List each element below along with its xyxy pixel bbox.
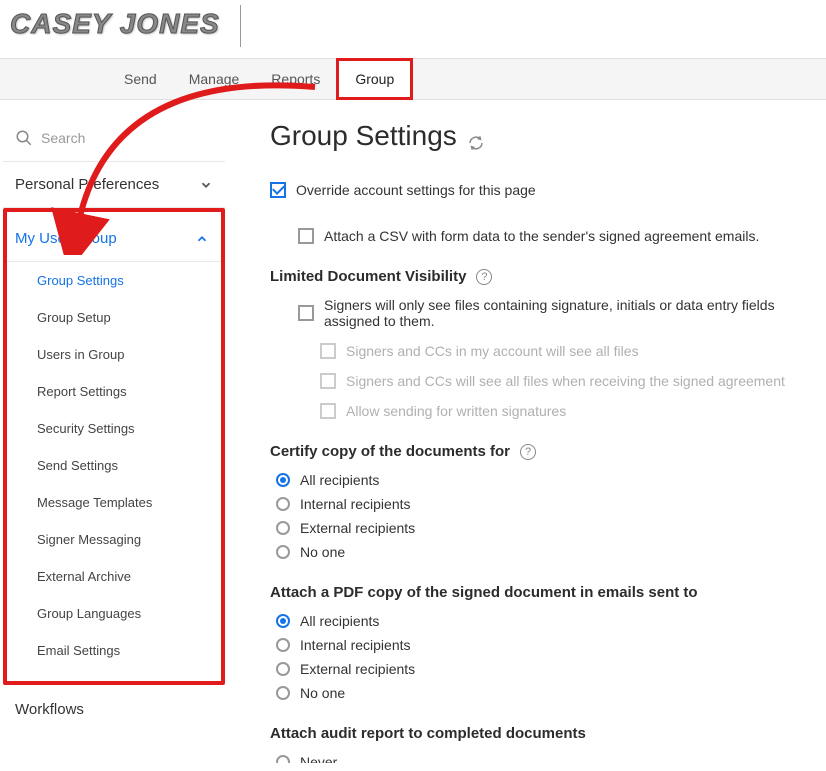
sidebar-item-users-in-group[interactable]: Users in Group <box>7 336 221 373</box>
sidebar-item-group-setup[interactable]: Group Setup <box>7 299 221 336</box>
sidebar-item-message-templates[interactable]: Message Templates <box>7 484 221 521</box>
nav-group[interactable]: Group <box>336 58 413 100</box>
logo-divider <box>240 5 241 47</box>
page-title: Group Settings <box>270 120 808 152</box>
certify-opt-0: All recipients <box>276 472 808 488</box>
ldv-sub2-row: Signers and CCs will see all files when … <box>320 373 808 389</box>
ldv-sub1-row: Signers and CCs in my account will see a… <box>320 343 808 359</box>
certify-label-internal: Internal recipients <box>300 496 411 512</box>
ldv-head: Limited Document Visibility ? <box>270 268 808 285</box>
sidebar-item-report-settings[interactable]: Report Settings <box>7 373 221 410</box>
certify-label-external: External recipients <box>300 520 415 536</box>
override-row: Override account settings for this page <box>270 182 808 198</box>
ldv-sub3-label: Allow sending for written signatures <box>346 403 566 419</box>
audit-head: Attach audit report to completed documen… <box>270 725 808 742</box>
search-placeholder: Search <box>41 130 85 146</box>
nav-reports[interactable]: Reports <box>255 61 336 97</box>
sidebar: Search Personal Preferences My User Grou… <box>3 115 225 734</box>
csv-row: Attach a CSV with form data to the sende… <box>298 228 808 244</box>
certify-head: Certify copy of the documents for ? <box>270 443 808 460</box>
chevron-up-icon <box>195 232 209 246</box>
pdfcopy-opt-3: No one <box>276 685 808 701</box>
pdfcopy-radio-external[interactable] <box>276 662 290 676</box>
ldv-sub1-checkbox <box>320 343 336 359</box>
audit-radio-never[interactable] <box>276 755 290 763</box>
pdfcopy-label-internal: Internal recipients <box>300 637 411 653</box>
pdfcopy-label-all: All recipients <box>300 613 379 629</box>
certify-title: Certify copy of the documents for <box>270 443 510 460</box>
page-title-text: Group Settings <box>270 120 457 152</box>
certify-radio-all[interactable] <box>276 473 290 487</box>
nav-manage[interactable]: Manage <box>173 61 256 97</box>
ldv-sub1-label: Signers and CCs in my account will see a… <box>346 343 639 359</box>
ldv-main-checkbox[interactable] <box>298 305 314 321</box>
sidebar-item-external-archive[interactable]: External Archive <box>7 558 221 595</box>
audit-title: Attach audit report to completed documen… <box>270 725 586 742</box>
chevron-down-icon <box>199 178 213 192</box>
csv-checkbox[interactable] <box>298 228 314 244</box>
nav-send[interactable]: Send <box>108 61 173 97</box>
search-icon <box>15 129 33 147</box>
sidebar-item-group-languages[interactable]: Group Languages <box>7 595 221 632</box>
sidebar-item-email-settings[interactable]: Email Settings <box>7 632 221 669</box>
ldv-sub2-label: Signers and CCs will see all files when … <box>346 373 785 389</box>
certify-radio-none[interactable] <box>276 545 290 559</box>
ldv-sub2-checkbox <box>320 373 336 389</box>
refresh-icon[interactable] <box>467 127 485 145</box>
ldv-sub3-row: Allow sending for written signatures <box>320 403 808 419</box>
certify-radio-external[interactable] <box>276 521 290 535</box>
pdfcopy-label-none: No one <box>300 685 345 701</box>
pdfcopy-opt-1: Internal recipients <box>276 637 808 653</box>
certify-opt-1: Internal recipients <box>276 496 808 512</box>
pdfcopy-radio-internal[interactable] <box>276 638 290 652</box>
my-user-group-label: My User Group <box>15 230 117 247</box>
certify-opt-3: No one <box>276 544 808 560</box>
pdfcopy-title: Attach a PDF copy of the signed document… <box>270 584 698 601</box>
ldv-main-label: Signers will only see files containing s… <box>324 297 808 329</box>
sidebar-item-group-settings[interactable]: Group Settings <box>7 262 221 299</box>
search-row[interactable]: Search <box>3 115 225 162</box>
sidebar-my-user-group[interactable]: My User Group <box>7 216 221 262</box>
help-icon[interactable]: ? <box>520 444 536 460</box>
audit-label-never: Never <box>300 754 337 763</box>
override-checkbox[interactable] <box>270 182 286 198</box>
pdfcopy-head: Attach a PDF copy of the signed document… <box>270 584 808 601</box>
pdfcopy-opt-0: All recipients <box>276 613 808 629</box>
main-content: Group Settings Override account settings… <box>245 110 818 763</box>
certify-radio-internal[interactable] <box>276 497 290 511</box>
ldv-sub3-checkbox <box>320 403 336 419</box>
ldv-title: Limited Document Visibility <box>270 268 466 285</box>
pdfcopy-opt-2: External recipients <box>276 661 808 677</box>
pdfcopy-radio-all[interactable] <box>276 614 290 628</box>
sidebar-item-send-settings[interactable]: Send Settings <box>7 447 221 484</box>
pdfcopy-radio-none[interactable] <box>276 686 290 700</box>
logo: CASEY JONES <box>10 8 220 40</box>
certify-label-none: No one <box>300 544 345 560</box>
certify-label-all: All recipients <box>300 472 379 488</box>
top-nav: Send Manage Reports Group <box>0 58 826 100</box>
certify-opt-2: External recipients <box>276 520 808 536</box>
audit-opt-0: Never <box>276 754 808 763</box>
ldv-main-row: Signers will only see files containing s… <box>298 297 808 329</box>
sidebar-personal-preferences[interactable]: Personal Preferences <box>3 162 225 208</box>
sidebar-item-security-settings[interactable]: Security Settings <box>7 410 221 447</box>
csv-label: Attach a CSV with form data to the sende… <box>324 228 759 244</box>
sidebar-workflows[interactable]: Workflows <box>3 685 225 734</box>
pdfcopy-label-external: External recipients <box>300 661 415 677</box>
help-icon[interactable]: ? <box>476 269 492 285</box>
override-label: Override account settings for this page <box>296 182 536 198</box>
personal-prefs-label: Personal Preferences <box>15 176 159 193</box>
sidebar-highlight-box: My User Group Group Settings Group Setup… <box>3 208 225 685</box>
sidebar-item-signer-messaging[interactable]: Signer Messaging <box>7 521 221 558</box>
